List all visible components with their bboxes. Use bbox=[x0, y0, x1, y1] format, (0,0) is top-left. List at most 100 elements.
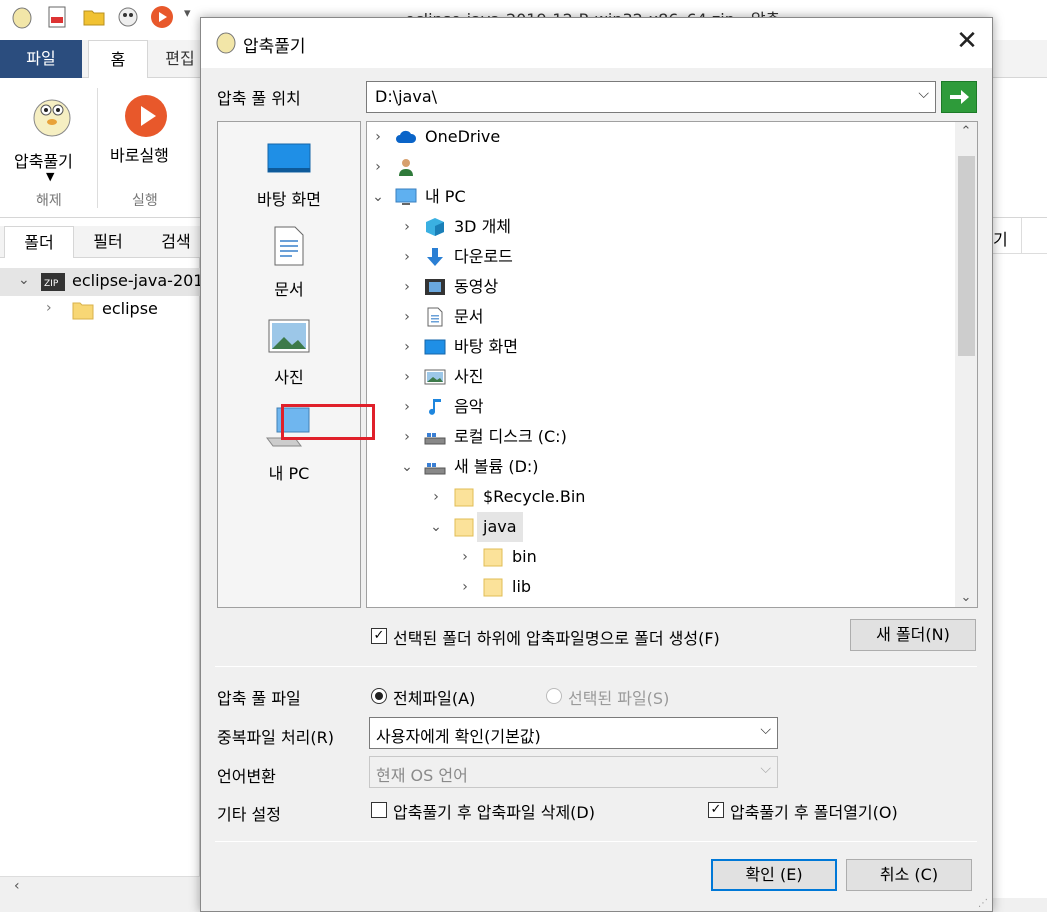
chevron-right-icon[interactable]: › bbox=[400, 302, 414, 332]
tab-search[interactable]: 검색 bbox=[146, 226, 206, 258]
overwrite-select[interactable]: 사용자에게 확인(기본값) ⌵ bbox=[369, 717, 778, 749]
tab-home[interactable]: 홈 bbox=[88, 40, 148, 79]
tree-label: $Recycle.Bin bbox=[483, 487, 586, 506]
create-subfolder-checkbox[interactable]: ✓ bbox=[371, 628, 387, 644]
column-divider[interactable] bbox=[1021, 218, 1022, 254]
tree-label: 사진 bbox=[454, 367, 484, 386]
tree-item[interactable]: › 음악 bbox=[367, 392, 952, 422]
new-folder-button[interactable]: 새 폴더(N) bbox=[850, 619, 976, 651]
cancel-button[interactable]: 취소 (C) bbox=[846, 859, 972, 891]
chevron-down-icon[interactable]: ⌄ bbox=[429, 512, 443, 542]
vertical-scrollbar[interactable]: ⌃ ⌄ bbox=[955, 122, 977, 607]
resize-grip-icon[interactable]: ⋰ bbox=[978, 898, 988, 909]
tree-label: 문서 bbox=[454, 307, 484, 326]
tree-label: java bbox=[477, 512, 523, 542]
tree-item[interactable]: › 문서 bbox=[367, 302, 952, 332]
file-list-edge: 기 bbox=[993, 218, 1047, 912]
scroll-left-icon[interactable]: ‹ bbox=[14, 878, 20, 894]
path-combobox[interactable]: D:\java\ ⌵ bbox=[366, 81, 936, 113]
tab-folder[interactable]: 폴더 bbox=[4, 226, 74, 259]
tree-item[interactable]: › 다운로드 bbox=[367, 242, 952, 272]
chevron-right-icon[interactable]: › bbox=[458, 542, 472, 572]
chevron-right-icon[interactable]: › bbox=[400, 332, 414, 362]
separator bbox=[215, 841, 977, 842]
place-label: 바탕 화면 bbox=[257, 190, 321, 209]
tree-item[interactable]: › 사진 bbox=[367, 362, 952, 392]
chevron-down-icon[interactable]: ⌄ bbox=[18, 272, 30, 288]
tree-item[interactable]: › $Recycle.Bin bbox=[367, 482, 952, 512]
overwrite-label: 중복파일 처리(R) bbox=[217, 728, 335, 747]
go-button[interactable] bbox=[941, 81, 977, 113]
chevron-right-icon[interactable]: › bbox=[429, 482, 443, 512]
radio-selected-label: 선택된 파일(S) bbox=[568, 689, 670, 708]
tree-item[interactable]: › 3D 개체 bbox=[367, 212, 952, 242]
place-desktop[interactable]: 바탕 화면 bbox=[218, 136, 360, 210]
scroll-down-icon[interactable]: ⌄ bbox=[955, 590, 977, 605]
tree-label: lib bbox=[512, 577, 532, 596]
place-documents[interactable]: 문서 bbox=[218, 226, 360, 300]
horizontal-scrollbar[interactable]: ‹ bbox=[0, 876, 200, 898]
tree-row-selected[interactable]: ⌄ ZIP eclipse-java-201 bbox=[0, 268, 204, 296]
chevron-right-icon[interactable]: › bbox=[46, 300, 52, 316]
svg-text:ZIP: ZIP bbox=[44, 279, 59, 289]
tab-filter[interactable]: 필터 bbox=[78, 226, 138, 258]
chevron-right-icon[interactable]: › bbox=[400, 362, 414, 392]
places-bar: 바탕 화면 문서 사진 내 PC bbox=[217, 121, 361, 608]
chevron-right-icon[interactable]: › bbox=[371, 152, 385, 182]
chevron-right-icon[interactable]: › bbox=[458, 572, 472, 602]
tree-row[interactable]: › eclipse bbox=[0, 296, 200, 324]
chevron-down-icon[interactable]: ⌄ bbox=[400, 452, 414, 482]
tree-item[interactable]: › lib bbox=[367, 572, 952, 602]
tree-item[interactable]: › 로컬 디스크 (C:) bbox=[367, 422, 952, 452]
open-folder-icon[interactable] bbox=[82, 5, 106, 29]
chevron-right-icon[interactable]: › bbox=[400, 392, 414, 422]
tree-label: 3D 개체 bbox=[454, 217, 512, 236]
chevron-right-icon[interactable]: › bbox=[400, 422, 414, 452]
tree-item[interactable]: › 동영상 bbox=[367, 272, 952, 302]
tab-edit[interactable]: 편집 bbox=[160, 40, 200, 78]
delete-after-checkbox[interactable] bbox=[371, 802, 387, 818]
open-folder-checkbox[interactable]: ✓ bbox=[708, 802, 724, 818]
tree-item[interactable]: ⌄ 새 볼륨 (D:) bbox=[367, 452, 952, 482]
chevron-down-icon[interactable]: ⌄ bbox=[371, 182, 385, 212]
selection-highlight bbox=[281, 404, 375, 440]
ok-button[interactable]: 확인 (E) bbox=[711, 859, 837, 891]
tree-item[interactable]: › bbox=[367, 152, 952, 182]
panel-tab-bar: 폴더 필터 검색 bbox=[0, 226, 200, 259]
tab-file[interactable]: 파일 bbox=[0, 40, 82, 78]
ribbon-divider bbox=[97, 88, 98, 208]
tree-label: eclipse-java-201 bbox=[72, 271, 204, 290]
chevron-right-icon[interactable]: › bbox=[400, 272, 414, 302]
document-icon bbox=[274, 226, 304, 266]
mascot-icon[interactable] bbox=[116, 5, 140, 29]
group-label-run: 실행 bbox=[132, 193, 158, 209]
scroll-up-icon[interactable]: ⌃ bbox=[955, 124, 977, 139]
tree-item[interactable]: › 바탕 화면 bbox=[367, 332, 952, 362]
chevron-right-icon[interactable]: › bbox=[400, 242, 414, 272]
close-button[interactable]: ✕ bbox=[942, 18, 992, 64]
extract-ribbon-button[interactable]: 압축풀기 ▼ bbox=[8, 88, 94, 188]
tree-item[interactable]: ⌄ java bbox=[367, 512, 952, 542]
tree-label: 동영상 bbox=[454, 277, 499, 296]
tree-item[interactable]: › bin bbox=[367, 542, 952, 572]
zip-icon: ZIP bbox=[41, 273, 65, 291]
radio-all-files[interactable] bbox=[371, 688, 387, 704]
radio-selected-files[interactable] bbox=[546, 688, 562, 704]
tree-item[interactable]: › OneDrive bbox=[367, 122, 952, 152]
language-select[interactable]: 현재 OS 언어 ⌵ bbox=[369, 756, 778, 788]
play-icon[interactable] bbox=[150, 5, 174, 29]
scroll-thumb[interactable] bbox=[958, 156, 975, 356]
new-zip-icon[interactable] bbox=[45, 5, 69, 29]
extract-icon[interactable] bbox=[10, 5, 34, 29]
chevron-down-icon[interactable]: ⌵ bbox=[760, 722, 771, 738]
chevron-right-icon[interactable]: › bbox=[400, 212, 414, 242]
qa-dropdown-icon[interactable]: ▾ bbox=[184, 6, 191, 21]
tree-item[interactable]: ⌄ 내 PC bbox=[367, 182, 952, 212]
place-pictures[interactable]: 사진 bbox=[218, 318, 360, 388]
tree-label: bin bbox=[512, 547, 537, 566]
column-header-fragment: 기 bbox=[993, 230, 1008, 249]
chevron-down-icon[interactable]: ⌵ bbox=[918, 86, 929, 102]
run-ribbon-button[interactable]: 바로실행 bbox=[104, 88, 190, 178]
chevron-right-icon[interactable]: › bbox=[371, 122, 385, 152]
tree-label: eclipse bbox=[102, 299, 158, 318]
